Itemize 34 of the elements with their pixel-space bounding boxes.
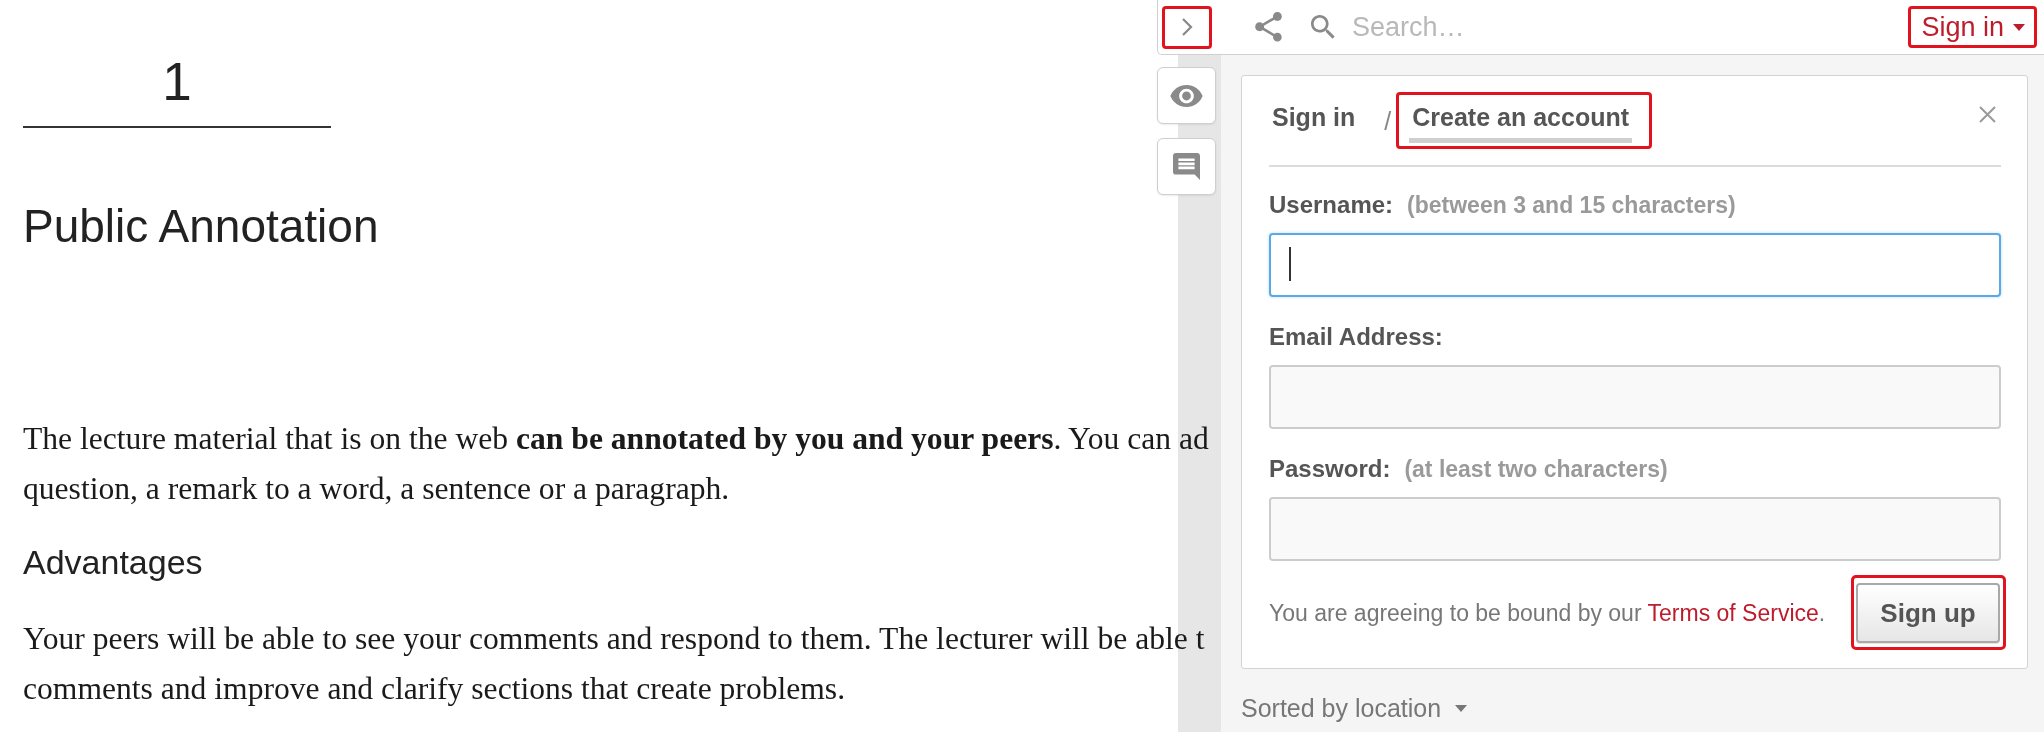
field-hint: (between 3 and 15 characters)	[1407, 191, 1736, 220]
page-title: Public Annotation	[23, 203, 379, 249]
search-icon[interactable]	[1311, 14, 1336, 40]
input-field[interactable]	[1269, 365, 2001, 429]
collapse-button[interactable]	[1162, 5, 1212, 49]
speech-bubble-icon	[1173, 153, 1200, 180]
input-field[interactable]	[1269, 233, 2001, 297]
paragraph: Your peers will be able to see your comments and respond to them. The lecturer will be able t comments and improve and clarify sections that create problems.	[23, 620, 1205, 708]
tab[interactable]: Sign in	[1269, 92, 1359, 149]
chevron-right-icon	[1181, 17, 1193, 37]
eye-icon	[1170, 84, 1203, 107]
tab[interactable]: Create an account	[1396, 92, 1653, 149]
agreement-text: You are agreeing to be bound by our Terms of Service.	[1269, 598, 1826, 627]
field-hint: (at least two characters)	[1404, 455, 1668, 484]
text-cursor	[1289, 247, 1291, 281]
section-heading: Advantages	[23, 542, 203, 582]
caret-down-icon	[2013, 23, 2025, 31]
close-icon	[1979, 106, 1996, 123]
tab-separator: /	[1384, 105, 1392, 136]
terms-link[interactable]: Terms of Service	[1647, 599, 1819, 626]
chapter-number: 1	[162, 55, 192, 108]
caret-down-icon	[1455, 704, 1468, 712]
sign-up-button[interactable]: Sign up	[1856, 583, 2000, 643]
share-icon[interactable]	[1255, 11, 1282, 43]
speech-bubble-button[interactable]	[1157, 138, 1216, 195]
close-button[interactable]	[1979, 106, 1996, 123]
sign-in-menu[interactable]: Sign in	[1908, 6, 2037, 48]
field-label: Password:	[1269, 454, 1391, 484]
paragraph: The lecture material that is on the web can be annotated by you and your peers. You can ad question, a remark to a word, a sentence or a paragraph.	[23, 420, 1209, 508]
sort-menu[interactable]: Sorted by location	[1241, 694, 1468, 722]
field-label: Email Address:	[1269, 322, 1443, 352]
input-field[interactable]	[1269, 497, 2001, 561]
field-label: Username:	[1269, 190, 1394, 220]
eye-button[interactable]	[1157, 67, 1216, 124]
